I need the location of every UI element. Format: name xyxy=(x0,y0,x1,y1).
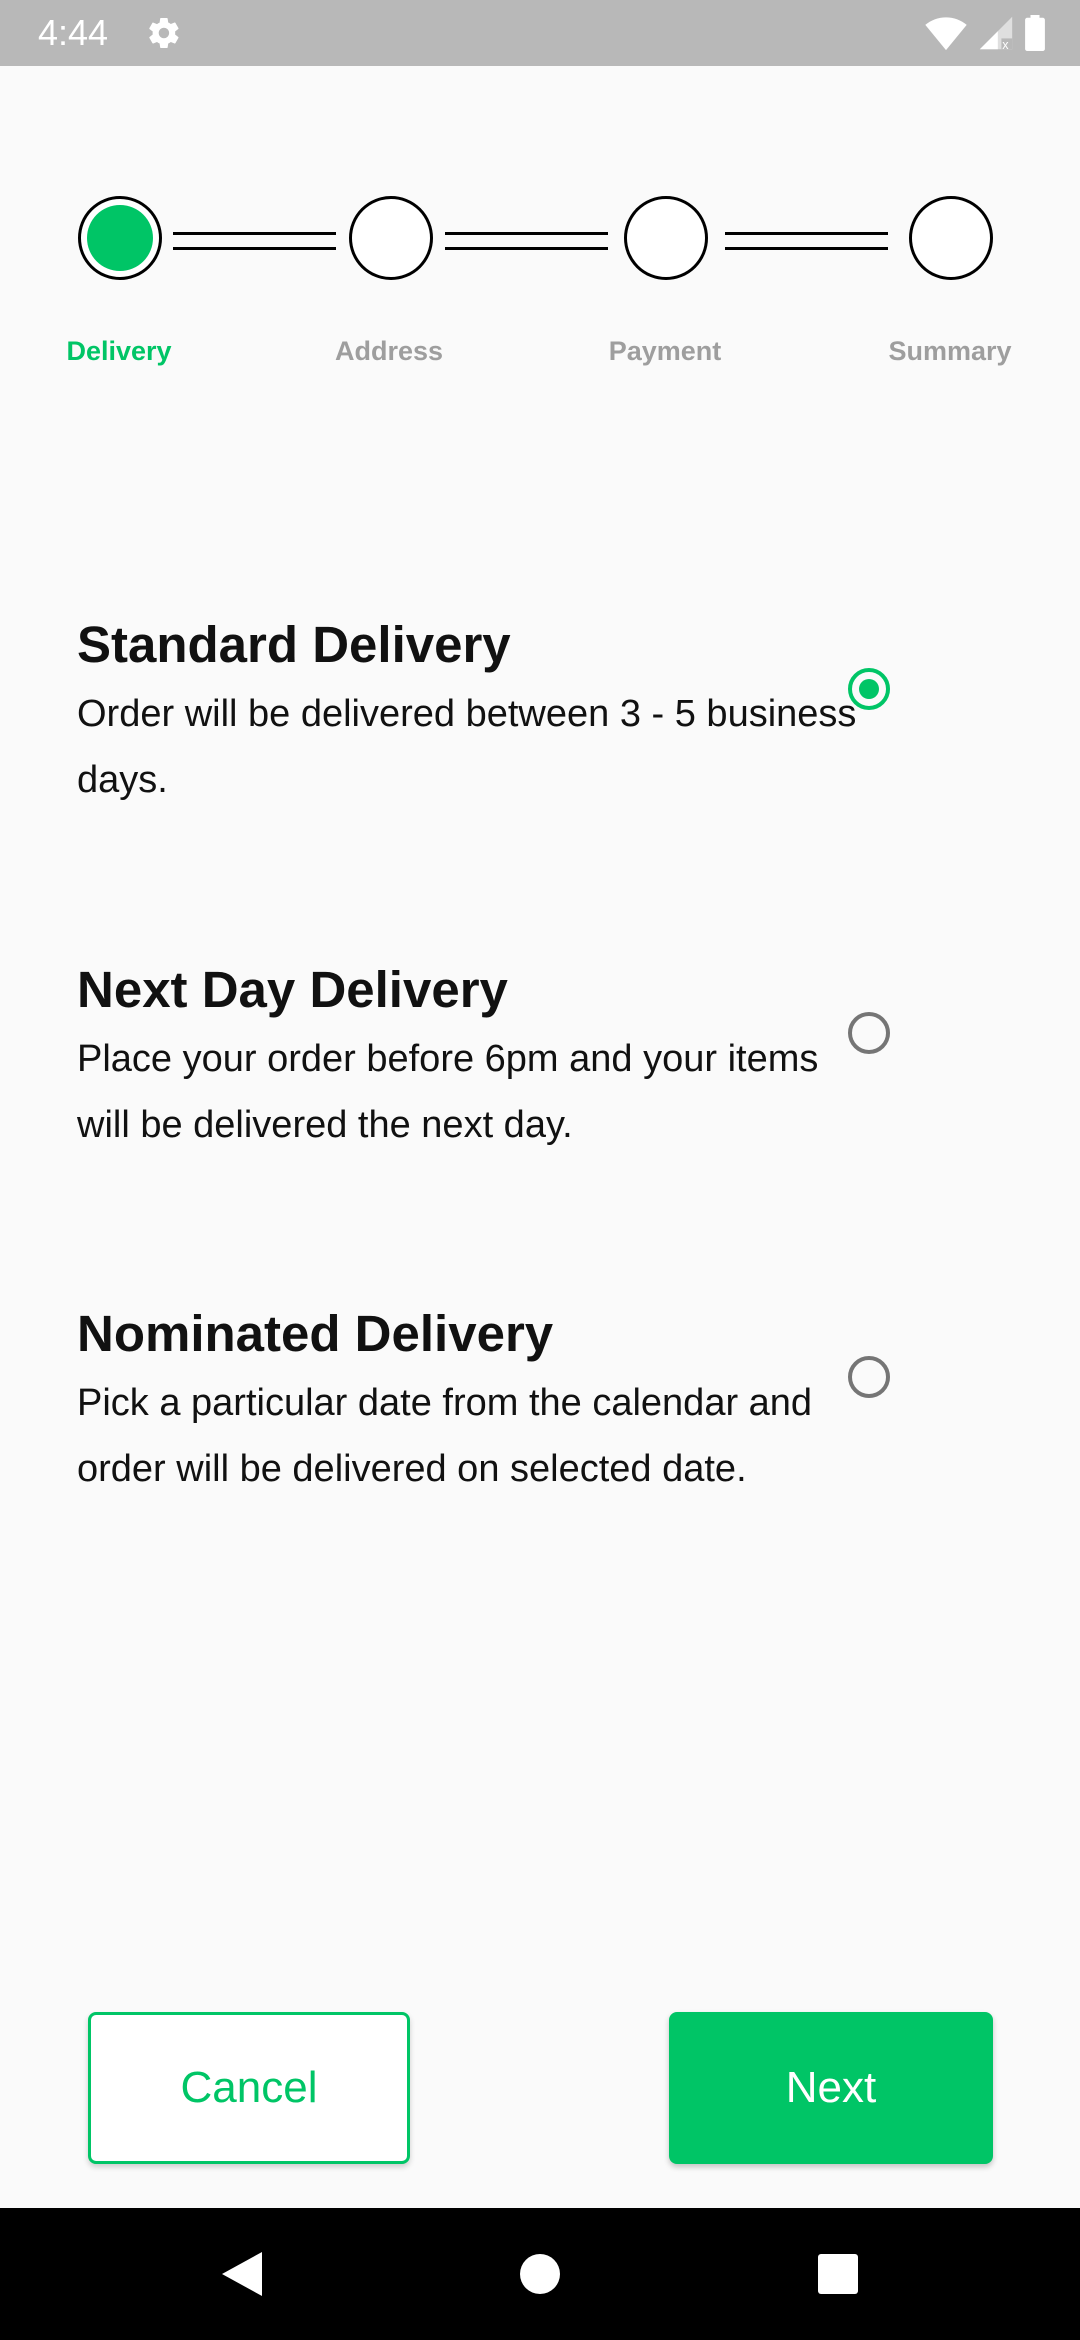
home-circle-icon xyxy=(520,2254,560,2294)
option-description: Place your order before 6pm and your ite… xyxy=(77,1038,819,1146)
step-label-summary: Summary xyxy=(888,336,1012,366)
settings-gear-icon xyxy=(149,17,179,49)
step-circle-delivery[interactable] xyxy=(78,196,162,280)
step-label-address: Address xyxy=(334,336,444,366)
radio-nominated-delivery[interactable] xyxy=(848,1356,890,1398)
step-circle-address[interactable] xyxy=(349,196,433,280)
status-icons: x xyxy=(924,14,1046,52)
radio-next-day-delivery[interactable] xyxy=(848,1012,890,1054)
battery-icon xyxy=(1025,15,1045,51)
status-time: 4:44 xyxy=(38,12,109,53)
recents-square-icon xyxy=(818,2254,858,2294)
option-title: Standard Delivery xyxy=(77,616,511,673)
delivery-option-nominated[interactable]: Nominated Delivery Pick a particular dat… xyxy=(77,1304,1003,1502)
system-nav-bar xyxy=(0,2208,1080,2340)
option-title: Nominated Delivery xyxy=(77,1305,554,1362)
wifi-icon xyxy=(925,17,967,51)
option-description: Order will be delivered between 3 - 5 bu… xyxy=(77,693,857,801)
cancel-button[interactable]: Cancel xyxy=(88,2012,410,2164)
cellular-signal-icon: x xyxy=(979,16,1013,51)
back-button[interactable] xyxy=(212,2244,272,2304)
next-button[interactable]: Next xyxy=(669,2012,993,2164)
option-description: Pick a particular date from the calendar… xyxy=(77,1382,813,1490)
delivery-option-next-day[interactable]: Next Day Delivery Place your order befor… xyxy=(77,960,1003,1158)
checkout-stepper xyxy=(0,196,1080,284)
back-triangle-icon xyxy=(222,2252,262,2296)
step-circle-payment[interactable] xyxy=(624,196,708,280)
svg-text:x: x xyxy=(1002,38,1009,51)
radio-standard-delivery[interactable] xyxy=(848,668,890,710)
step-label-delivery: Delivery xyxy=(66,336,172,366)
home-button[interactable] xyxy=(510,2244,570,2304)
option-title: Next Day Delivery xyxy=(77,961,508,1018)
step-connector xyxy=(173,232,336,250)
step-label-payment: Payment xyxy=(608,336,722,366)
step-connector xyxy=(725,232,888,250)
recents-button[interactable] xyxy=(808,2244,868,2304)
status-bar: 4:44 x xyxy=(0,0,1080,66)
delivery-option-standard[interactable]: Standard Delivery Order will be delivere… xyxy=(77,615,1003,813)
step-circle-summary[interactable] xyxy=(909,196,993,280)
step-connector xyxy=(445,232,608,250)
